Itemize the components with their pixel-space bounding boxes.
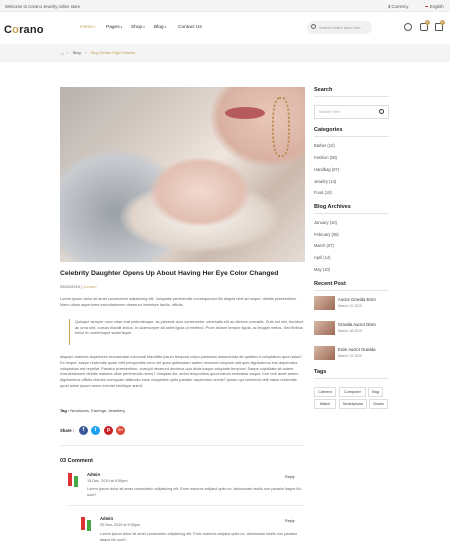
chevron-down-icon: ▾ [120, 25, 123, 29]
comment-date: 15 Dec, 2019 at 9:30pm [87, 479, 128, 483]
nav-contact[interactable]: Contact Us [178, 25, 202, 30]
comment-text: Lorem ipsum dolor sit amet consectetur a… [87, 487, 302, 497]
chevron-down-icon: ▾ [143, 25, 145, 29]
header [0, 12, 450, 44]
comment-date: 20 Nov, 2019 at 9:30pm [100, 523, 141, 527]
tag-button[interactable]: Smartphone [339, 399, 367, 409]
twitter-icon[interactable]: t [91, 426, 100, 435]
recent-post-thumbnail[interactable] [314, 346, 335, 360]
post-tags: Tag : Necklaces, Earrings, Jewellery, [60, 408, 126, 413]
recent-post-link[interactable]: Auctor Gravida Enim [338, 297, 376, 302]
top-bar: Welcome to Corano Jewelry online store $… [0, 0, 450, 12]
blog-hero-image [60, 87, 305, 262]
tag-button[interactable]: Shoes [369, 399, 388, 409]
post-intro: Lorem ipsum dolor sit amet consectetur a… [60, 296, 297, 307]
comments-title: 03 Comment [60, 458, 94, 464]
language-label: English [430, 3, 444, 9]
share-label: Share : [60, 428, 75, 433]
nav-home[interactable]: Home▾ [80, 25, 95, 30]
recent-post-link[interactable]: Enim Auctor Gravida [338, 347, 376, 352]
recent-post-thumbnail[interactable] [314, 321, 335, 335]
post-meta: 25/02/2019 | Corano [60, 284, 97, 289]
recent-post-thumbnail[interactable] [314, 296, 335, 310]
recent-post-date: March 10 2019 [338, 304, 362, 308]
avatar [81, 517, 93, 531]
post-category-link[interactable]: Corano [83, 284, 96, 289]
tag-button[interactable]: Camera [314, 387, 336, 397]
comment-text: Lorem ipsum dolor sit amet consectetur a… [100, 532, 298, 542]
category-item[interactable]: Handbag (07) [314, 167, 339, 172]
sidebar-search-title: Search [314, 87, 333, 93]
archive-item[interactable]: April (14) [314, 255, 331, 260]
divider [60, 445, 305, 446]
post-title: Celebrity Daughter Opens Up About Having… [60, 270, 279, 277]
flag-icon [424, 4, 429, 9]
tag-button[interactable]: Bag [368, 387, 383, 397]
archive-item[interactable]: February (08) [314, 232, 339, 237]
language-dropdown[interactable]: English [424, 4, 444, 9]
tags-title: Tags [314, 369, 327, 375]
comment-author: Admin [100, 516, 114, 521]
welcome-text: Welcome to Corano Jewelry online store [5, 3, 81, 9]
comment-author: Admin [87, 472, 101, 477]
nav-shop[interactable]: Shop▾ [131, 25, 145, 30]
search-icon[interactable] [379, 109, 384, 114]
chevron-down-icon: ▾ [93, 25, 96, 29]
category-item[interactable]: Barber (10) [314, 143, 335, 148]
nav-blog[interactable]: Blog▾ [154, 25, 166, 30]
nav-pages[interactable]: Pages▾ [106, 25, 122, 30]
logo[interactable]: Corano [4, 24, 44, 36]
post-date: 25/02/2019 [60, 284, 81, 289]
category-item[interactable]: Fashion (08) [314, 155, 337, 160]
archives-title: Blog Archives [314, 204, 351, 210]
search-icon[interactable] [311, 24, 316, 29]
breadcrumb-current: Blog Details Right Sidebar [91, 51, 136, 55]
reply-button[interactable]: Reply [285, 475, 295, 479]
pinterest-icon[interactable]: p [104, 426, 113, 435]
home-icon[interactable]: ⌂ [61, 51, 64, 56]
breadcrumb-blog[interactable]: Blog [73, 51, 81, 55]
categories-title: Categories [314, 127, 343, 133]
post-blockquote: Quisque semper nunc vitae erat pellentes… [69, 319, 305, 345]
currency-dropdown[interactable]: $ Currency [388, 4, 408, 9]
wishlist-count-badge: 0 [425, 20, 430, 25]
user-icon[interactable] [404, 23, 412, 31]
recent-post-title: Recent Post [314, 281, 346, 287]
category-item[interactable]: Jewelry (14) [314, 179, 336, 184]
chevron-down-icon: ▾ [164, 25, 167, 29]
category-item[interactable]: Food (10) [314, 190, 332, 195]
sidebar-search-input[interactable]: Search Here [314, 105, 389, 119]
archive-item[interactable]: May (10) [314, 267, 330, 272]
facebook-icon[interactable]: f [79, 426, 88, 435]
tag-button[interactable]: Watch [314, 399, 336, 409]
breadcrumb: ⌂ › Blog › Blog Details Right Sidebar [0, 44, 450, 62]
recent-post-date: March 18 2019 [338, 329, 362, 333]
tag-button[interactable]: Computer [339, 387, 366, 397]
header-search-input[interactable]: Search entire store hire [307, 21, 372, 34]
cart-count-badge: 0 [440, 20, 445, 25]
post-tags-links[interactable]: Necklaces, Earrings, Jewellery, [70, 408, 125, 413]
post-body: aliquam maiores asperiores recusandae co… [60, 354, 302, 388]
google-plus-icon[interactable]: G+ [116, 426, 125, 435]
recent-post-link[interactable]: Gravida Auctor Dnim [338, 322, 376, 327]
divider [68, 505, 305, 506]
avatar [68, 473, 80, 487]
reply-button[interactable]: Reply [285, 519, 295, 523]
recent-post-date: March 19 2019 [338, 354, 362, 358]
archive-item[interactable]: January (10) [314, 220, 337, 225]
archive-item[interactable]: March (07) [314, 243, 334, 248]
